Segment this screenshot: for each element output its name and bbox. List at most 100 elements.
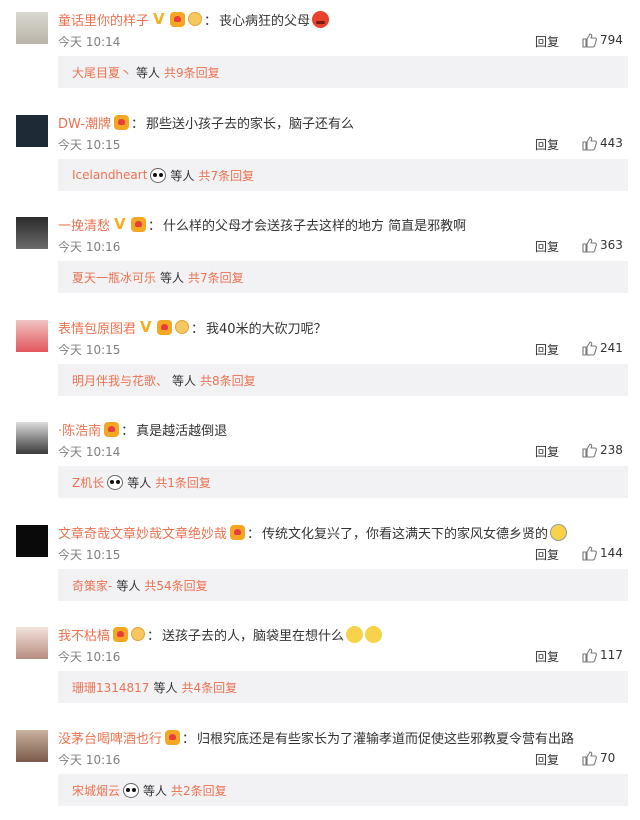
reply-user-link[interactable]: Icelandheart	[72, 168, 147, 182]
reply-user-link[interactable]: 大尾目夏丶	[72, 64, 132, 81]
reply-button[interactable]: 回复	[535, 751, 559, 768]
comment-line: 没茅台喝啤酒也行 ：归根究底还是有些家长为了灌输孝道而促使这些邪教夏令营有出路	[58, 727, 630, 747]
reply-button[interactable]: 回复	[535, 136, 559, 153]
reply-user-link[interactable]: 夏天一瓶冰可乐	[72, 269, 156, 286]
colon-separator: ：	[247, 526, 261, 542]
reply-user-link[interactable]: 明月伴我与花歌、	[72, 372, 168, 389]
medal-icon	[131, 627, 146, 641]
like-count: 363	[600, 238, 623, 252]
avatar[interactable]	[16, 115, 48, 147]
avatar[interactable]	[16, 320, 48, 352]
reply-summary-text: 等人	[153, 680, 178, 695]
avatar[interactable]	[16, 217, 48, 249]
like-button[interactable]: 70	[581, 749, 615, 767]
username-link[interactable]: DW-潮牌	[58, 113, 111, 132]
like-button[interactable]: 794	[581, 31, 623, 49]
like-button[interactable]: 117	[581, 646, 623, 664]
comment-timestamp: 今天 10:16	[58, 650, 121, 664]
vip-crown-icon	[113, 626, 129, 642]
comment-text: 归根究底还是有些家长为了灌输孝道而促使这些邪教夏令营有出路	[197, 731, 575, 747]
view-replies-link[interactable]: 共1条回复	[155, 474, 211, 491]
reply-summary-text: 等人	[172, 373, 197, 388]
thumbs-up-icon	[582, 751, 597, 766]
like-count: 443	[600, 136, 623, 150]
thumbs-up-icon	[582, 443, 597, 458]
comment-item: DW-潮牌 ：那些送小孩子去的家长，脑子还有么今天 10:15 回复 443 Icela…	[0, 103, 640, 205]
avatar[interactable]	[16, 730, 48, 762]
avatar[interactable]	[16, 627, 48, 659]
thumbs-up-icon	[582, 238, 597, 253]
comment-line: 童话里你的样子 V ：丧心病狂的父母	[58, 9, 630, 29]
colon-separator: ：	[182, 731, 196, 747]
verified-v-icon: V	[153, 10, 165, 28]
reply-button[interactable]: 回复	[535, 33, 559, 50]
comment-item: 文章奇哉文章妙哉文章绝妙哉 ：传统文化复兴了，你看这满天下的家风女德乡贤的 今天 1…	[0, 513, 640, 615]
medal-icon	[175, 320, 190, 334]
comment-timestamp: 今天 10:16	[58, 240, 121, 254]
avatar[interactable]	[16, 525, 48, 557]
comment-text: 什么样的父母才会送孩子去这样的地方 简直是邪教啊	[163, 218, 467, 234]
view-replies-link[interactable]: 共4条回复	[181, 679, 237, 696]
like-button[interactable]: 363	[581, 236, 623, 254]
colon-separator: ：	[131, 116, 145, 132]
like-button[interactable]: 144	[581, 544, 623, 562]
sweat-emoji-icon	[365, 625, 383, 643]
like-count: 794	[600, 33, 623, 47]
reply-summary-bar: 夏天一瓶冰可乐 等人 共7条回复	[58, 261, 628, 293]
reply-summary-bar: 明月伴我与花歌、 等人 共8条回复	[58, 364, 628, 396]
username-link[interactable]: 表情包原图君	[58, 318, 136, 337]
comment-text: 那些送小孩子去的家长，脑子还有么	[146, 116, 355, 132]
username-link[interactable]: 童话里你的样子	[58, 10, 149, 29]
comment-timestamp: 今天 10:14	[58, 35, 121, 49]
comment-timestamp: 今天 10:16	[58, 753, 121, 767]
username-link[interactable]: ·陈浩南	[58, 420, 101, 439]
vip-crown-icon	[114, 114, 130, 130]
reply-button[interactable]: 回复	[535, 648, 559, 665]
like-count: 238	[600, 443, 623, 457]
reply-user-link[interactable]: Z机长	[72, 474, 104, 491]
username-link[interactable]: 一挽清愁	[58, 215, 110, 234]
like-count: 144	[600, 546, 623, 560]
reply-user-link[interactable]: 宋城烟云	[72, 782, 120, 799]
comment-timestamp: 今天 10:15	[58, 343, 121, 357]
reply-user-link[interactable]: 珊珊1314817	[72, 679, 149, 696]
sweat-emoji-icon	[346, 625, 364, 643]
thumbs-up-icon	[582, 136, 597, 151]
username-link[interactable]: 没茅台喝啤酒也行	[58, 728, 162, 747]
vip-crown-icon	[104, 421, 120, 437]
view-replies-link[interactable]: 共2条回复	[171, 782, 227, 799]
reply-button[interactable]: 回复	[535, 341, 559, 358]
view-replies-link[interactable]: 共7条回复	[188, 269, 244, 286]
comment-line: DW-潮牌 ：那些送小孩子去的家长，脑子还有么	[58, 112, 630, 132]
like-button[interactable]: 238	[581, 441, 623, 459]
view-replies-link[interactable]: 共8条回复	[200, 372, 256, 389]
comment-text: 传统文化复兴了，你看这满天下的家风女德乡贤的	[262, 526, 549, 542]
view-replies-link[interactable]: 共54条回复	[144, 577, 207, 594]
colon-separator: ：	[204, 13, 218, 29]
comment-line: 表情包原图君 V ：我40米的大砍刀呢？	[58, 317, 630, 337]
reply-summary-text: 等人	[136, 65, 161, 80]
panda-badge-icon	[123, 782, 140, 798]
reply-user-link[interactable]: 奇策家-	[72, 577, 112, 594]
comment-item: 一挽清愁 V ：什么样的父母才会送孩子去这样的地方 简直是邪教啊 今天 10:16 回复…	[0, 205, 640, 307]
view-replies-link[interactable]: 共7条回复	[198, 167, 254, 184]
avatar[interactable]	[16, 12, 48, 44]
reply-summary-text: 等人	[116, 578, 141, 593]
reply-button[interactable]: 回复	[535, 238, 559, 255]
like-button[interactable]: 241	[581, 339, 623, 357]
comment-timestamp: 今天 10:15	[58, 138, 121, 152]
view-replies-link[interactable]: 共9条回复	[164, 64, 220, 81]
vip-crown-icon	[170, 11, 186, 27]
username-link[interactable]: 文章奇哉文章妙哉文章绝妙哉	[58, 523, 227, 542]
vip-crown-icon	[165, 729, 181, 745]
thumbs-up-icon	[582, 33, 597, 48]
comment-item: 表情包原图君 V ：我40米的大砍刀呢？ 今天 10:15 回复 241 明月伴我与花歌、等…	[0, 308, 640, 410]
colon-separator: ：	[148, 218, 162, 234]
reply-button[interactable]: 回复	[535, 443, 559, 460]
reply-summary-bar: 珊珊1314817 等人 共4条回复	[58, 671, 628, 703]
username-link[interactable]: 我不枯槁	[58, 625, 110, 644]
reply-button[interactable]: 回复	[535, 546, 559, 563]
like-button[interactable]: 443	[581, 134, 623, 152]
comment-line: ·陈浩南 ：真是越活越倒退	[58, 419, 630, 439]
avatar[interactable]	[16, 422, 48, 454]
